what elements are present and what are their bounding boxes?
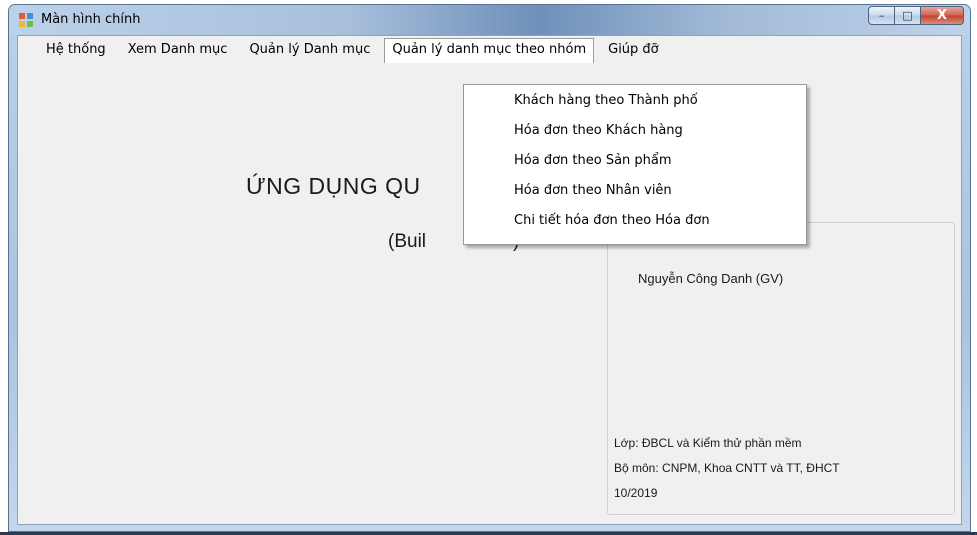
title-bar[interactable]: Màn hình chính – □ X [9, 5, 970, 35]
class-label: Lớp: ĐBCL và Kiểm thử phần mềm [614, 436, 802, 450]
client-area: Hệ thống Xem Danh mục Quản lý Danh mục Q… [17, 35, 962, 525]
dropdown-item-chi-tiet-hoa-don-theo-hoa-don[interactable]: Chi tiết hóa đơn theo Hóa đơn [514, 213, 710, 228]
menu-he-thong[interactable]: Hệ thống [38, 38, 114, 61]
main-window: Màn hình chính – □ X Hệ thống Xem Danh m… [8, 4, 971, 532]
author-label: Nguyễn Công Danh (GV) [638, 271, 784, 286]
department-label: Bộ môn: CNPM, Khoa CNTT và TT, ĐHCT [614, 461, 840, 475]
menu-giup-do[interactable]: Giúp đỡ [600, 38, 667, 61]
menu-quan-ly-danh-muc-theo-nhom[interactable]: Quản lý danh mục theo nhóm [384, 37, 595, 63]
dropdown-item-hoa-don-theo-san-pham[interactable]: Hóa đơn theo Sản phẩm [514, 153, 672, 168]
dropdown-item-khach-hang-theo-thanh-pho[interactable]: Khách hàng theo Thành phố [514, 93, 698, 108]
date-label: 10/2019 [614, 486, 658, 500]
dropdown-menu: Khách hàng theo Thành phố Hóa đơn theo K… [463, 84, 807, 245]
app-form-icon [19, 13, 33, 27]
maximize-icon: □ [902, 9, 913, 22]
menu-xem-danh-muc[interactable]: Xem Danh mục [120, 38, 236, 61]
window-title: Màn hình chính [41, 12, 141, 27]
minimize-icon: – [878, 9, 885, 22]
built-label-head: (Buil [388, 231, 427, 252]
dropdown-item-hoa-don-theo-nhan-vien[interactable]: Hóa đơn theo Nhân viên [514, 183, 672, 198]
menu-bar: Hệ thống Xem Danh mục Quản lý Danh mục Q… [18, 36, 961, 63]
built-label: (Buil [388, 231, 426, 253]
close-icon: X [936, 8, 948, 23]
app-title: ỨNG DỤNG QU [246, 173, 421, 199]
dropdown-item-hoa-don-theo-khach-hang[interactable]: Hóa đơn theo Khách hàng [514, 123, 683, 138]
close-button[interactable]: X [920, 6, 964, 25]
maximize-button[interactable]: □ [894, 6, 921, 25]
minimize-button[interactable]: – [868, 6, 895, 25]
info-group-box: Nguyễn Công Danh (GV) Lớp: ĐBCL và Kiểm … [607, 222, 955, 515]
menu-quan-ly-danh-muc[interactable]: Quản lý Danh mục [241, 38, 378, 61]
caption-buttons: – □ X [868, 6, 964, 25]
